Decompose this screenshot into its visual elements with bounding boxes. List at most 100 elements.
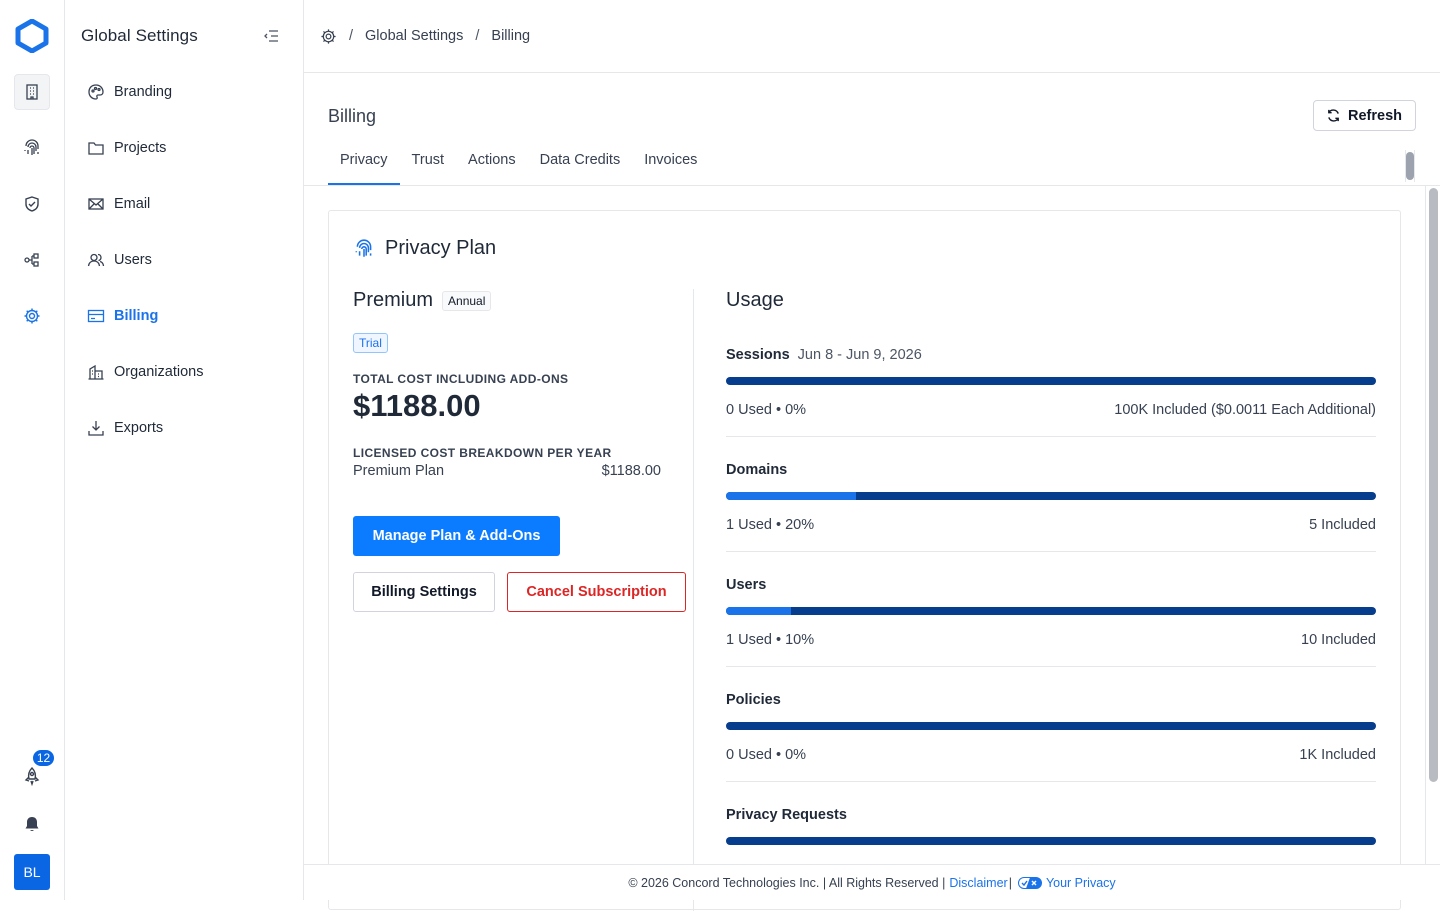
credit-card-icon: [87, 307, 105, 325]
tabs-scrollbar[interactable]: [1405, 150, 1415, 182]
manage-plan-button[interactable]: Manage Plan & Add-Ons: [353, 516, 560, 556]
tab-actions[interactable]: Actions: [456, 143, 528, 185]
palette-icon: [87, 83, 105, 101]
metric-label: Policies: [726, 692, 781, 708]
metric-included: 10 Included: [1301, 632, 1376, 648]
billing-settings-button[interactable]: Billing Settings: [353, 572, 495, 612]
metric-included: 5 Included: [1309, 517, 1376, 533]
sidebar-item-label: Exports: [114, 420, 164, 436]
usage-metric-domains: Domains 1 Used • 20% 5 Included: [726, 462, 1376, 577]
collapse-sidebar-icon[interactable]: [263, 28, 279, 44]
building-icon[interactable]: [14, 74, 50, 110]
usage-progress-bar: [726, 722, 1376, 730]
tab-privacy[interactable]: Privacy: [328, 143, 400, 185]
disclaimer-link[interactable]: Disclaimer: [949, 876, 1007, 890]
usage-metric-sessions: Sessions Jun 8 - Jun 9, 2026 0 Used • 0% 1…: [726, 347, 1376, 462]
cancel-subscription-button[interactable]: Cancel Subscription: [507, 572, 686, 612]
tabs-scrollbar-thumb[interactable]: [1406, 152, 1414, 180]
card-title-text: Privacy Plan: [385, 237, 497, 259]
sidebar-item-branding[interactable]: Branding: [87, 76, 172, 108]
metric-label: Privacy Requests: [726, 807, 847, 823]
app-logo-icon[interactable]: [14, 19, 50, 53]
workflow-icon[interactable]: [14, 242, 50, 278]
metric-used: 1 Used • 20%: [726, 517, 815, 533]
sidebar-item-billing[interactable]: Billing: [87, 300, 158, 332]
usage-section: Usage Sessions Jun 8 - Jun 9, 2026 0 Used…: [726, 289, 1376, 845]
folder-icon: [87, 139, 105, 157]
tab-invoices[interactable]: Invoices: [632, 143, 709, 185]
your-privacy-link[interactable]: Your Privacy: [1046, 876, 1116, 890]
refresh-icon: [1326, 108, 1341, 123]
bell-icon[interactable]: [14, 806, 50, 842]
usage-progress-bar: [726, 377, 1376, 385]
metric-included: 100K Included ($0.0011 Each Additional): [1114, 402, 1376, 418]
sidebar-item-projects[interactable]: Projects: [87, 132, 166, 164]
breadcrumb: / Global Settings / Billing: [304, 0, 1440, 73]
usage-metric-users: Users 1 Used • 10% 10 Included: [726, 577, 1376, 692]
usage-progress-fill: [726, 492, 856, 500]
breakdown-item: Premium Plan: [353, 463, 445, 479]
fingerprint-icon[interactable]: [14, 130, 50, 166]
metric-divider: [726, 436, 1376, 437]
refresh-label: Refresh: [1348, 107, 1402, 124]
sidebar-item-label: Email: [114, 196, 151, 212]
shield-check-icon[interactable]: [14, 186, 50, 222]
breadcrumb-item-billing: Billing: [491, 28, 531, 44]
main-scrollbar[interactable]: [1425, 186, 1440, 864]
privacy-choices-icon: [1017, 876, 1042, 889]
breadcrumb-item-global-settings[interactable]: Global Settings: [365, 28, 463, 44]
sidebar-item-exports[interactable]: Exports: [87, 412, 163, 444]
sidebar-item-organizations[interactable]: Organizations: [87, 356, 203, 388]
metric-label: Sessions: [726, 347, 790, 363]
settings-sidebar: Global Settings Branding Projects Email …: [65, 0, 304, 900]
metric-divider: [726, 781, 1376, 782]
page-header: Billing Refresh Privacy Trust Actions Da…: [304, 73, 1440, 186]
notification-count-badge: 12: [31, 748, 56, 768]
metric-label: Domains: [726, 462, 788, 478]
metric-label: Users: [726, 577, 767, 593]
plan-summary: Premium Annual Trial TOTAL COST INCLUDIN…: [353, 289, 686, 612]
metric-divider: [726, 551, 1376, 552]
icon-rail: 12 BL: [0, 0, 65, 900]
download-icon: [87, 419, 105, 437]
usage-metric-policies: Policies 0 Used • 0% 1K Included: [726, 692, 1376, 807]
metric-period: Jun 8 - Jun 9, 2026: [797, 347, 922, 363]
sidebar-item-label: Organizations: [114, 364, 204, 380]
breadcrumb-separator: /: [475, 28, 480, 44]
column-divider: [693, 289, 694, 911]
page-title: Billing: [328, 106, 377, 126]
sidebar-item-label: Users: [114, 252, 152, 268]
fingerprint-icon: [353, 238, 375, 260]
sidebar-title: Global Settings: [81, 26, 198, 45]
main-scrollbar-thumb[interactable]: [1429, 188, 1438, 782]
user-avatar[interactable]: BL: [14, 854, 50, 890]
usage-progress-bar: [726, 607, 1376, 615]
tab-trust[interactable]: Trust: [400, 143, 457, 185]
metric-divider: [726, 666, 1376, 667]
page-footer: © 2026 Concord Technologies Inc. | All R…: [304, 864, 1440, 900]
tab-data-credits[interactable]: Data Credits: [528, 143, 633, 185]
copyright-text: © 2026 Concord Technologies Inc. | All R…: [628, 875, 946, 890]
footer-separator: |: [1008, 875, 1012, 890]
users-icon: [87, 251, 105, 269]
gear-icon[interactable]: [14, 298, 50, 334]
gear-icon[interactable]: [320, 28, 337, 45]
card-title: Privacy Plan: [353, 237, 496, 260]
sidebar-item-users[interactable]: Users: [87, 244, 152, 276]
breakdown-caption: LICENSED COST BREAKDOWN PER YEAR: [353, 446, 612, 460]
total-cost-value: $1188.00: [353, 388, 481, 423]
trial-badge: Trial: [353, 333, 388, 353]
metric-used: 0 Used • 0%: [726, 747, 807, 763]
sidebar-item-email[interactable]: Email: [87, 188, 150, 220]
total-cost-caption: TOTAL COST INCLUDING ADD-ONS: [353, 372, 569, 386]
breakdown-amount: $1188.00: [601, 463, 661, 479]
plan-name: Premium: [353, 289, 434, 311]
metric-used: 1 Used • 10%: [726, 632, 815, 648]
usage-progress-fill: [726, 607, 791, 615]
breadcrumb-separator: /: [349, 28, 354, 44]
breakdown-row: Premium Plan $1188.00: [353, 463, 661, 479]
metric-used: 0 Used • 0%: [726, 402, 807, 418]
refresh-button[interactable]: Refresh: [1313, 100, 1416, 131]
usage-progress-bar: [726, 837, 1376, 845]
mail-icon: [87, 195, 105, 213]
